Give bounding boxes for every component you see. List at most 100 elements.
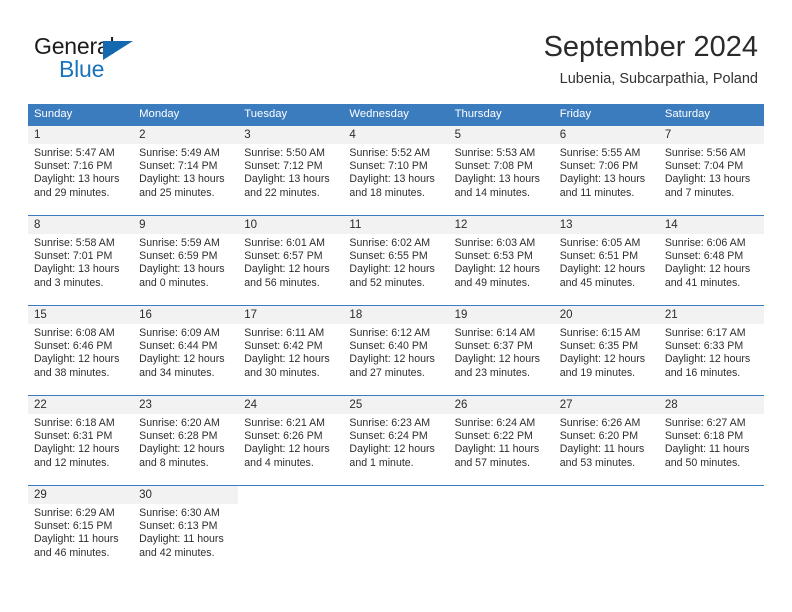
- day-cell-empty: [238, 486, 344, 575]
- sunrise-text: Sunrise: 6:21 AM: [244, 417, 325, 429]
- daylight-text-line2: and 30 minutes.: [244, 366, 320, 379]
- daylight-text-line2: and 29 minutes.: [34, 186, 110, 199]
- sunset-text: Sunset: 6:55 PM: [349, 250, 428, 263]
- day-number: 22: [28, 396, 134, 414]
- day-number: 27: [553, 396, 659, 414]
- day-cell[interactable]: 19 Sunrise: 6:14 AM Sunset: 6:37 PM Dayl…: [448, 306, 554, 395]
- day-cell[interactable]: 1 Sunrise: 5:47 AM Sunset: 7:16 PM Dayli…: [28, 126, 134, 215]
- day-number: 6: [553, 126, 659, 144]
- day-cell[interactable]: 30 Sunrise: 6:30 AM Sunset: 6:13 PM Dayl…: [133, 486, 239, 575]
- day-cell[interactable]: 28 Sunrise: 6:27 AM Sunset: 6:18 PM Dayl…: [658, 396, 764, 485]
- sunset-text: Sunset: 6:20 PM: [559, 430, 639, 443]
- page-subtitle: Lubenia, Subcarpathia, Poland: [559, 71, 758, 87]
- day-cell[interactable]: 29 Sunrise: 6:29 AM Sunset: 6:15 PM Dayl…: [28, 486, 134, 575]
- day-cell[interactable]: 4 Sunrise: 5:52 AM Sunset: 7:10 PM Dayli…: [343, 126, 449, 215]
- day-cell[interactable]: 6 Sunrise: 5:55 AM Sunset: 7:06 PM Dayli…: [553, 126, 659, 215]
- day-number: 19: [448, 306, 554, 324]
- day-details: Sunrise: 6:02 AM Sunset: 6:55 PM Dayligh…: [343, 234, 448, 290]
- day-cell[interactable]: 13 Sunrise: 6:05 AM Sunset: 6:51 PM Dayl…: [553, 216, 659, 305]
- day-number: 30: [133, 486, 239, 504]
- day-cell[interactable]: 2 Sunrise: 5:49 AM Sunset: 7:14 PM Dayli…: [133, 126, 239, 215]
- daylight-text-line2: and 46 minutes.: [34, 546, 110, 559]
- day-number: [553, 486, 659, 504]
- day-cell[interactable]: 5 Sunrise: 5:53 AM Sunset: 7:08 PM Dayli…: [448, 126, 554, 215]
- sunset-text: Sunset: 6:40 PM: [349, 340, 428, 353]
- sunset-text: Sunset: 6:48 PM: [664, 250, 744, 263]
- day-cell[interactable]: 22 Sunrise: 6:18 AM Sunset: 6:31 PM Dayl…: [28, 396, 134, 485]
- sunset-text: Sunset: 6:35 PM: [559, 340, 639, 353]
- sunrise-text: Sunrise: 6:27 AM: [664, 417, 746, 429]
- daylight-text-line2: and 41 minutes.: [664, 276, 741, 289]
- daylight-text-line1: Daylight: 12 hours: [664, 353, 751, 366]
- day-details: Sunrise: 5:53 AM Sunset: 7:08 PM Dayligh…: [449, 144, 554, 200]
- day-cell[interactable]: 15 Sunrise: 6:08 AM Sunset: 6:46 PM Dayl…: [28, 306, 134, 395]
- daylight-text-line1: Daylight: 12 hours: [559, 263, 646, 276]
- day-number: 2: [133, 126, 239, 144]
- day-details: Sunrise: 5:58 AM Sunset: 7:01 PM Dayligh…: [28, 234, 133, 290]
- daylight-text-line2: and 8 minutes.: [139, 456, 209, 469]
- day-cell[interactable]: 18 Sunrise: 6:12 AM Sunset: 6:40 PM Dayl…: [343, 306, 449, 395]
- week-row: 15 Sunrise: 6:08 AM Sunset: 6:46 PM Dayl…: [28, 305, 764, 395]
- day-cell[interactable]: 3 Sunrise: 5:50 AM Sunset: 7:12 PM Dayli…: [238, 126, 344, 215]
- day-cell-empty: [448, 486, 554, 575]
- daylight-text-line2: and 49 minutes.: [454, 276, 530, 289]
- day-number: [343, 486, 449, 504]
- weekday-header-tuesday: Tuesday: [244, 108, 288, 120]
- day-details: Sunrise: 5:47 AM Sunset: 7:16 PM Dayligh…: [28, 144, 133, 200]
- sunrise-text: Sunrise: 5:50 AM: [244, 147, 325, 159]
- daylight-text-line1: Daylight: 11 hours: [34, 533, 119, 546]
- day-number: 16: [133, 306, 239, 324]
- day-cell[interactable]: 16 Sunrise: 6:09 AM Sunset: 6:44 PM Dayl…: [133, 306, 239, 395]
- day-cell[interactable]: 11 Sunrise: 6:02 AM Sunset: 6:55 PM Dayl…: [343, 216, 449, 305]
- sunrise-text: Sunrise: 6:06 AM: [664, 237, 746, 249]
- day-number: 24: [238, 396, 344, 414]
- sunset-text: Sunset: 6:57 PM: [244, 250, 323, 263]
- day-cell[interactable]: 9 Sunrise: 5:59 AM Sunset: 6:59 PM Dayli…: [133, 216, 239, 305]
- day-number: [238, 486, 344, 504]
- day-details: Sunrise: 6:24 AM Sunset: 6:22 PM Dayligh…: [449, 414, 554, 470]
- daylight-text-line1: Daylight: 12 hours: [454, 263, 540, 276]
- day-cell[interactable]: 12 Sunrise: 6:03 AM Sunset: 6:53 PM Dayl…: [448, 216, 554, 305]
- day-cell[interactable]: 14 Sunrise: 6:06 AM Sunset: 6:48 PM Dayl…: [658, 216, 764, 305]
- sunset-text: Sunset: 6:42 PM: [244, 340, 323, 353]
- day-cell[interactable]: 27 Sunrise: 6:26 AM Sunset: 6:20 PM Dayl…: [553, 396, 659, 485]
- day-cell[interactable]: 23 Sunrise: 6:20 AM Sunset: 6:28 PM Dayl…: [133, 396, 239, 485]
- daylight-text-line2: and 0 minutes.: [139, 276, 209, 289]
- day-details: Sunrise: 6:30 AM Sunset: 6:13 PM Dayligh…: [133, 504, 238, 560]
- sunset-text: Sunset: 6:28 PM: [139, 430, 218, 443]
- day-cell[interactable]: 24 Sunrise: 6:21 AM Sunset: 6:26 PM Dayl…: [238, 396, 344, 485]
- daylight-text-line2: and 18 minutes.: [349, 186, 425, 199]
- calendar-page: General Blue September 2024 Lubenia, Sub…: [0, 0, 792, 612]
- daylight-text-line2: and 22 minutes.: [244, 186, 320, 199]
- logo-triangle-icon: [103, 41, 133, 60]
- day-number: [448, 486, 554, 504]
- day-cell[interactable]: 21 Sunrise: 6:17 AM Sunset: 6:33 PM Dayl…: [658, 306, 764, 395]
- daylight-text-line1: Daylight: 12 hours: [664, 263, 751, 276]
- daylight-text-line2: and 27 minutes.: [349, 366, 425, 379]
- sunrise-text: Sunrise: 6:26 AM: [559, 417, 641, 429]
- general-blue-logo[interactable]: General Blue: [34, 33, 234, 85]
- day-cell[interactable]: 7 Sunrise: 5:56 AM Sunset: 7:04 PM Dayli…: [658, 126, 764, 215]
- week-row: 29 Sunrise: 6:29 AM Sunset: 6:15 PM Dayl…: [28, 485, 764, 575]
- day-cell[interactable]: 26 Sunrise: 6:24 AM Sunset: 6:22 PM Dayl…: [448, 396, 554, 485]
- sunset-text: Sunset: 7:08 PM: [454, 160, 533, 173]
- sunrise-text: Sunrise: 6:15 AM: [559, 327, 641, 339]
- daylight-text-line1: Daylight: 12 hours: [244, 263, 330, 276]
- day-cell[interactable]: 8 Sunrise: 5:58 AM Sunset: 7:01 PM Dayli…: [28, 216, 134, 305]
- sunset-text: Sunset: 6:26 PM: [244, 430, 323, 443]
- day-cell[interactable]: 20 Sunrise: 6:15 AM Sunset: 6:35 PM Dayl…: [553, 306, 659, 395]
- daylight-text-line1: Daylight: 13 hours: [34, 263, 120, 276]
- daylight-text-line2: and 53 minutes.: [559, 456, 636, 469]
- day-cell[interactable]: 25 Sunrise: 6:23 AM Sunset: 6:24 PM Dayl…: [343, 396, 449, 485]
- day-number: 14: [658, 216, 764, 234]
- sunset-text: Sunset: 7:16 PM: [34, 160, 113, 173]
- weekday-header-row: Sunday Monday Tuesday Wednesday Thursday…: [28, 104, 764, 125]
- day-cell[interactable]: 10 Sunrise: 6:01 AM Sunset: 6:57 PM Dayl…: [238, 216, 344, 305]
- day-details: Sunrise: 6:29 AM Sunset: 6:15 PM Dayligh…: [28, 504, 133, 560]
- daylight-text-line1: Daylight: 12 hours: [349, 443, 435, 456]
- daylight-text-line1: Daylight: 12 hours: [34, 443, 120, 456]
- week-row: 22 Sunrise: 6:18 AM Sunset: 6:31 PM Dayl…: [28, 395, 764, 485]
- sunrise-text: Sunrise: 6:24 AM: [454, 417, 536, 429]
- day-cell[interactable]: 17 Sunrise: 6:11 AM Sunset: 6:42 PM Dayl…: [238, 306, 344, 395]
- daylight-text-line2: and 25 minutes.: [139, 186, 215, 199]
